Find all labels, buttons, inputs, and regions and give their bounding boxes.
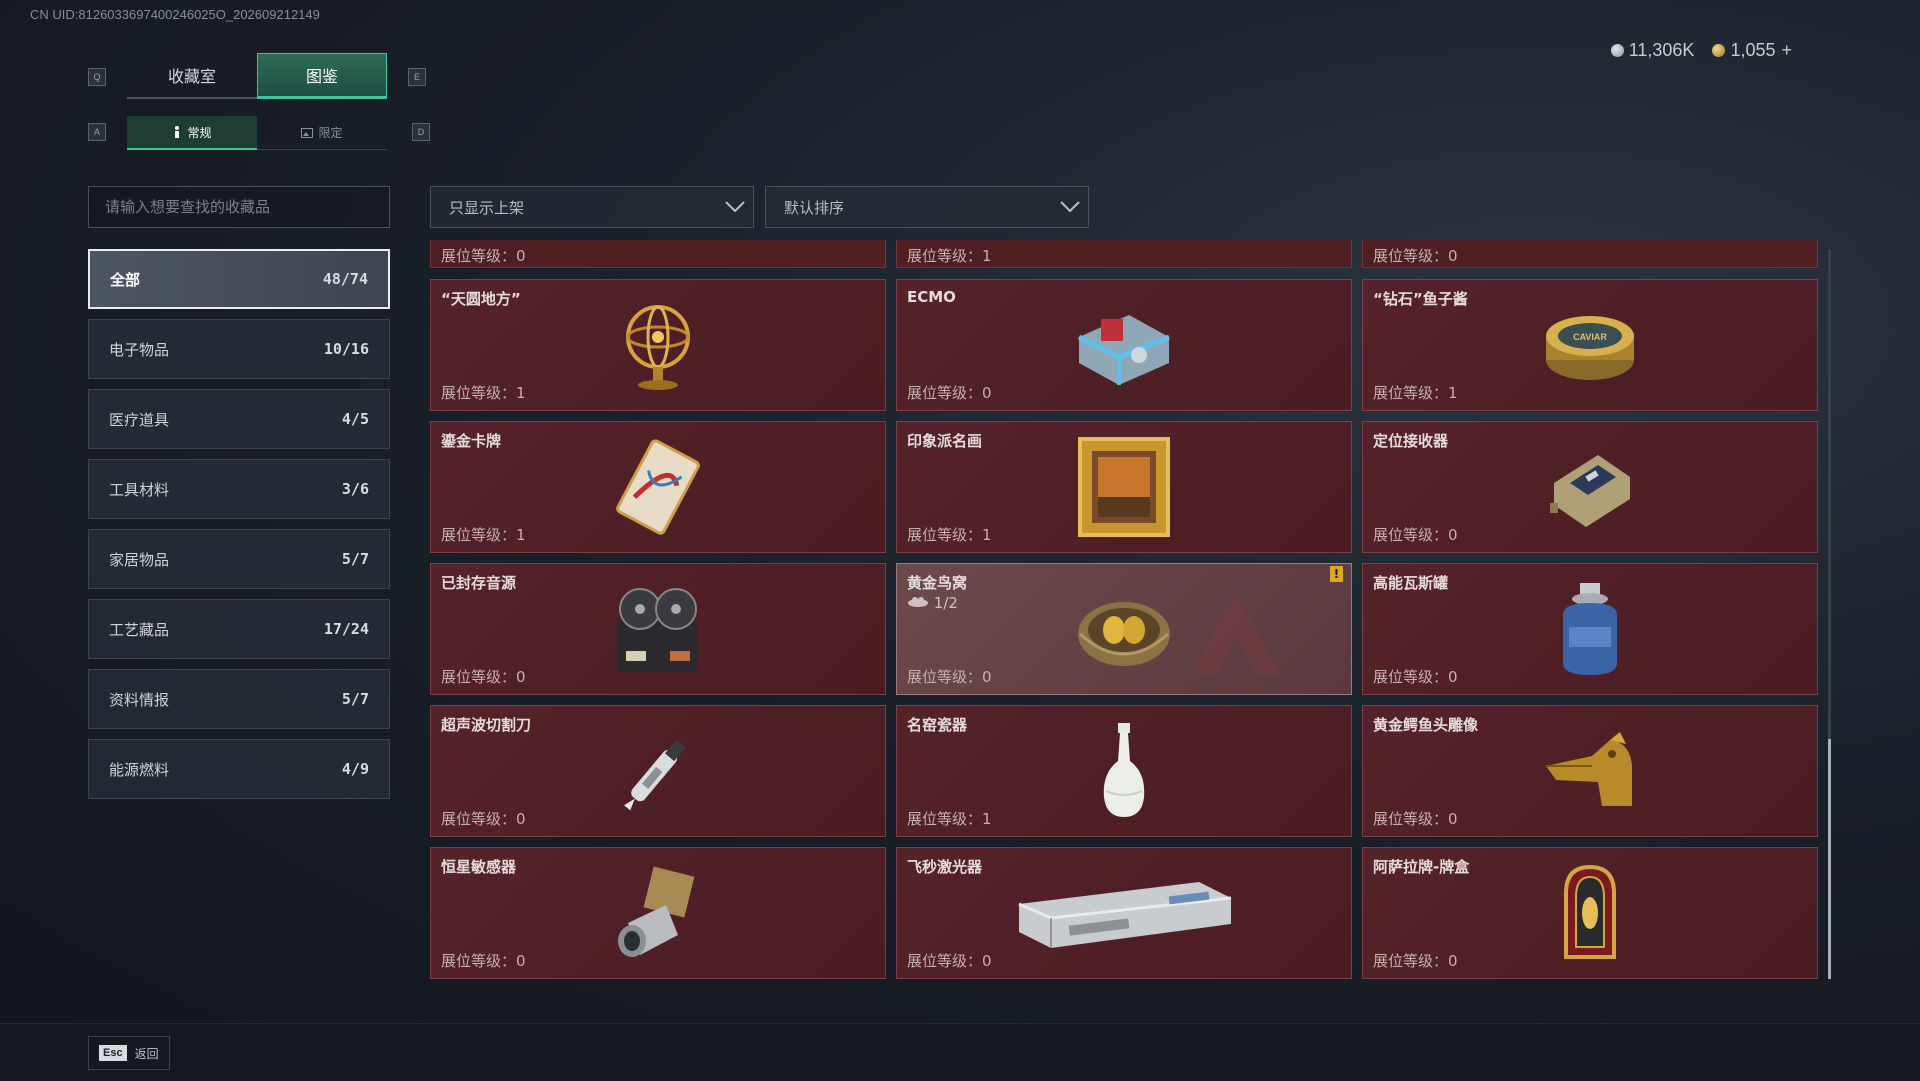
hotkey-prev-tab: Q: [88, 68, 106, 86]
silver-coin-icon: [1610, 44, 1624, 57]
star-sensor-icon: [603, 863, 713, 963]
item-card-ultrasonic-cutter[interactable]: 超声波切割刀 展位等级：0: [430, 705, 886, 837]
category-electronics[interactable]: 电子物品 10/16: [88, 319, 390, 379]
caviar-tin-icon: CAVIAR: [1535, 295, 1645, 395]
item-card-gilded-card[interactable]: 鎏金卡牌 展位等级：1: [430, 421, 886, 553]
gold-coin-icon: [1712, 44, 1726, 57]
add-currency-button[interactable]: +: [1781, 40, 1792, 60]
category-all[interactable]: 全部 48/74: [88, 249, 390, 309]
golden-nest-icon: [1069, 579, 1179, 679]
back-button[interactable]: Esc 返回: [88, 1036, 170, 1070]
category-crafts[interactable]: 工艺藏品 17/24: [88, 599, 390, 659]
item-card-caviar[interactable]: “钻石”鱼子酱 CAVIAR 展位等级：1: [1362, 279, 1818, 411]
tab-collection-room[interactable]: 收藏室: [127, 53, 257, 99]
footer-bar: Esc 返回: [0, 1023, 1920, 1081]
faction-logo-icon: [1191, 594, 1281, 674]
category-tools[interactable]: 工具材料 3/6: [88, 459, 390, 519]
currency-bar: 11,306K 1,055 +: [1610, 40, 1792, 61]
item-card-porcelain[interactable]: 名窑瓷器 展位等级：1: [896, 705, 1352, 837]
hotkey-prev-subtab: A: [88, 123, 106, 141]
category-intel[interactable]: 资料情报 5/7: [88, 669, 390, 729]
item-card-star-sensor[interactable]: 恒星敏感器 展位等级：0: [430, 847, 886, 979]
ecmo-machine-icon: [1069, 295, 1179, 395]
item-card-armillary[interactable]: “天圆地方” 展位等级：1: [430, 279, 886, 411]
subtab-regular[interactable]: 常规: [127, 116, 257, 150]
shelf-filter-dropdown[interactable]: 只显示上架: [430, 186, 754, 228]
caviar-label: CAVIAR: [1573, 332, 1607, 342]
armillary-sphere-icon: [603, 295, 713, 395]
item-card-impressionist-painting[interactable]: 印象派名画 展位等级：1: [896, 421, 1352, 553]
receiver-device-icon: [1535, 437, 1645, 537]
item-card-ecmo[interactable]: ECMO 展位等级：0: [896, 279, 1352, 411]
item-card-positioning-receiver[interactable]: 定位接收器 展位等级：0: [1362, 421, 1818, 553]
crocodile-statue-icon: [1535, 721, 1645, 821]
porcelain-vase-icon: [1069, 721, 1179, 821]
subtab-limited[interactable]: 限定: [257, 116, 387, 150]
sort-dropdown[interactable]: 默认排序: [765, 186, 1089, 228]
scrollbar-thumb[interactable]: [1828, 739, 1831, 979]
category-energy[interactable]: 能源燃料 4/9: [88, 739, 390, 799]
item-grid: “天圆地方” 展位等级：1 ECMO 展位等级：0 “钻石”鱼子酱 CAVIAR…: [430, 249, 1818, 979]
sub-tabs: 常规 限定: [127, 116, 387, 150]
item-card-golden-nest[interactable]: 黄金鸟窝 1/2 ! 展位等级：0: [896, 563, 1352, 695]
laser-device-icon: [1004, 863, 1244, 963]
alert-badge: !: [1330, 566, 1343, 582]
nest-icon: [908, 597, 928, 607]
nest-progress: 1/2: [907, 594, 958, 612]
item-card-gas-canister[interactable]: 高能瓦斯罐 展位等级：0: [1362, 563, 1818, 695]
category-list: 全部 48/74 电子物品 10/16 医疗道具 4/5 工具材料 3/6 家居物品 5/…: [88, 249, 390, 809]
main-tabs: 收藏室 图鉴: [127, 53, 387, 99]
search-input[interactable]: [88, 186, 390, 228]
chevron-down-icon: [1052, 187, 1088, 227]
hotkey-next-tab: E: [408, 68, 426, 86]
figure-icon: [175, 126, 180, 138]
item-card-sealed-audio[interactable]: 已封存音源 展位等级：0: [430, 563, 886, 695]
grid-scrollbar[interactable]: [1828, 249, 1831, 979]
esc-key-icon: Esc: [99, 1045, 127, 1061]
gold-currency: 1,055 +: [1712, 40, 1792, 61]
card-box-icon: [1535, 863, 1645, 963]
reel-tape-recorder-icon: [603, 579, 713, 679]
tab-codex[interactable]: 图鉴: [257, 53, 387, 99]
picture-icon: [301, 127, 314, 138]
hotkey-next-subtab: D: [412, 123, 430, 141]
item-card-golden-crocodile[interactable]: 黄金鳄鱼头雕像 展位等级：0: [1362, 705, 1818, 837]
silver-currency: 11,306K: [1610, 40, 1694, 61]
category-medical[interactable]: 医疗道具 4/5: [88, 389, 390, 449]
framed-painting-icon: [1069, 437, 1179, 537]
player-uid: CN UID:8126033697400246025O_202609212149: [30, 7, 320, 22]
chevron-down-icon: [717, 187, 753, 227]
ultrasonic-cutter-icon: [603, 721, 713, 821]
category-household[interactable]: 家居物品 5/7: [88, 529, 390, 589]
item-card-femtosecond-laser[interactable]: 飞秒激光器 展位等级：0: [896, 847, 1352, 979]
gilded-card-icon: [603, 437, 713, 537]
item-card-asala-card-box[interactable]: 阿萨拉牌-牌盒 展位等级：0: [1362, 847, 1818, 979]
gas-canister-icon: [1535, 579, 1645, 679]
